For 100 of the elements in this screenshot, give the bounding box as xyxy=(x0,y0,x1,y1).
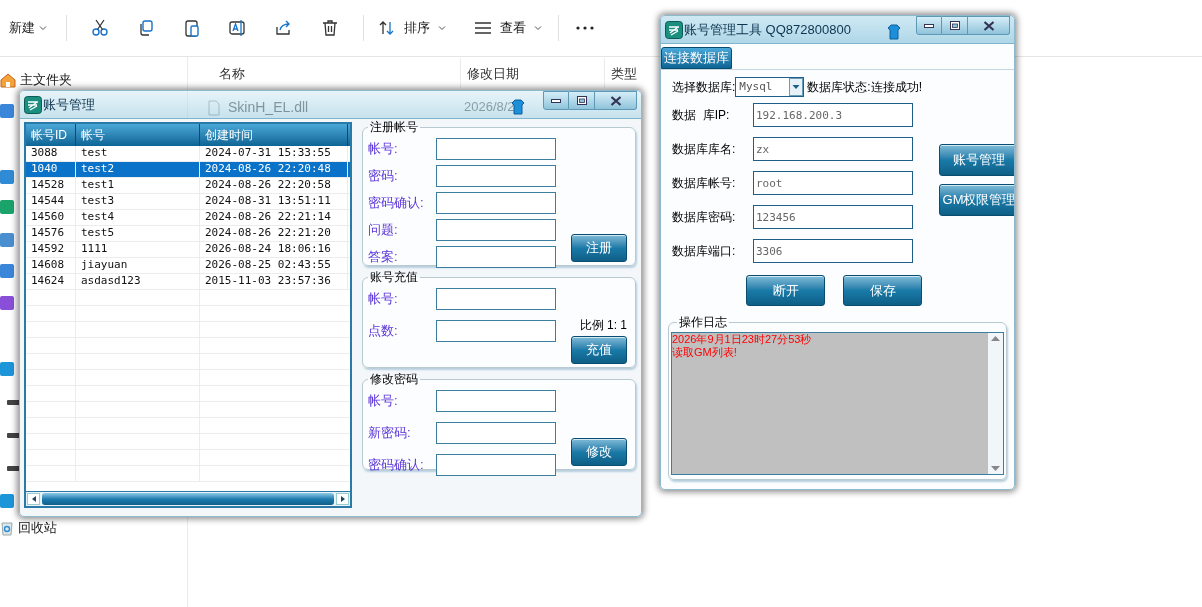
table-cell: 2024-08-26 22:20:48 xyxy=(200,162,348,177)
input-field[interactable]: root xyxy=(753,171,913,195)
sidebar-item[interactable]: 回收站 xyxy=(18,518,57,538)
table-cell: test3 xyxy=(76,194,200,209)
sidebar-item[interactable]: 主文件夹 xyxy=(20,70,72,90)
home-icon xyxy=(0,71,16,88)
column-header[interactable]: 创建时间 xyxy=(200,124,348,146)
input-field[interactable] xyxy=(436,320,556,342)
scroll-down-icon[interactable] xyxy=(991,466,1000,471)
input-field[interactable] xyxy=(436,454,556,476)
column-header[interactable]: 名称 xyxy=(219,64,245,84)
input-field[interactable] xyxy=(436,390,556,412)
view-button[interactable]: 查看 xyxy=(470,10,546,46)
horizontal-scrollbar[interactable] xyxy=(26,491,350,506)
table-row[interactable]: 1040 test2 2024-08-26 22:20:48 xyxy=(26,162,350,178)
maximize-button[interactable] xyxy=(569,91,595,110)
minimize-button[interactable] xyxy=(916,16,942,35)
table-cell: test2 xyxy=(76,162,200,177)
table-row[interactable]: 14544 test3 2024-08-31 13:51:11 xyxy=(26,194,350,210)
paste-icon xyxy=(182,18,202,38)
field-label: 帐号: xyxy=(368,140,399,159)
column-header[interactable]: 修改日期 xyxy=(467,64,519,84)
table-row[interactable]: 14624 asdasd123 2015-11-03 23:57:36 xyxy=(26,274,350,290)
table-cell: 14528 xyxy=(26,178,76,193)
field-label: 密码: xyxy=(368,167,399,186)
input-field[interactable]: 3306 xyxy=(753,239,913,263)
column-header[interactable]: 帐号ID xyxy=(26,124,76,146)
scroll-left-icon[interactable] xyxy=(31,496,36,502)
column-header[interactable]: 类型 xyxy=(611,64,637,84)
close-button[interactable] xyxy=(968,16,1010,35)
cut-icon xyxy=(90,18,110,38)
input-field[interactable] xyxy=(436,288,556,310)
field-label: 新密码: xyxy=(368,424,412,443)
table-row[interactable]: 14528 test1 2024-08-26 22:20:58 xyxy=(26,178,350,194)
group-title: 账号充值 xyxy=(369,269,419,286)
input-field[interactable] xyxy=(436,138,556,160)
new-button[interactable]: 新建 xyxy=(6,10,50,46)
scroll-right-icon[interactable] xyxy=(340,496,345,502)
app-logo-icon xyxy=(665,20,683,39)
table-row[interactable]: 14560 test4 2024-08-26 22:21:14 xyxy=(26,210,350,226)
maximize-icon xyxy=(949,21,960,30)
action-button[interactable]: 账号管理 xyxy=(939,144,1014,176)
input-field[interactable] xyxy=(436,219,556,241)
database-dropdown[interactable]: Mysql xyxy=(735,77,805,97)
field-label: 问题: xyxy=(368,221,399,240)
window-title: 账号管理 xyxy=(43,95,95,114)
field-label: 点数: xyxy=(368,322,399,341)
table-row[interactable]: 14592 1111 2026-08-24 18:06:16 xyxy=(26,242,350,258)
table-cell: 2015-11-03 23:57:36 xyxy=(200,274,348,289)
input-field[interactable]: 123456 xyxy=(753,205,913,229)
table-cell: test4 xyxy=(76,210,200,225)
file-icon xyxy=(208,99,220,116)
field-label: 数据库库名: xyxy=(672,141,737,158)
field-label: 数据 库IP: xyxy=(672,107,731,124)
action-button[interactable]: 注册 xyxy=(571,234,627,262)
table-cell: 2026-08-25 02:43:55 xyxy=(200,258,348,273)
input-field[interactable] xyxy=(436,422,556,444)
action-button[interactable]: 保存 xyxy=(843,275,922,306)
maximize-icon xyxy=(576,96,587,105)
minimize-icon xyxy=(924,23,934,28)
trash-icon xyxy=(320,18,340,38)
more-icon xyxy=(576,26,594,30)
table-cell: 2026-08-24 18:06:16 xyxy=(200,242,348,257)
action-button[interactable]: 充值 xyxy=(571,336,627,364)
table-cell: 2024-08-26 22:20:58 xyxy=(200,178,348,193)
field-label: 帐号: xyxy=(368,290,399,309)
table-cell: 2024-07-31 15:33:55 xyxy=(200,146,348,161)
input-field[interactable]: 192.168.200.3 xyxy=(753,103,913,127)
scroll-up-icon[interactable] xyxy=(991,336,1000,341)
tab[interactable]: 连接数据库 xyxy=(661,47,732,69)
input-field[interactable] xyxy=(436,165,556,187)
table-cell: 2024-08-31 13:51:11 xyxy=(200,194,348,209)
recycle-bin-icon xyxy=(0,519,14,536)
table-row[interactable]: 14576 test5 2024-08-26 22:21:20 xyxy=(26,226,350,242)
ratio-text: 比例 1: 1 xyxy=(579,317,627,334)
input-field[interactable]: zx xyxy=(753,137,913,161)
table-cell: asdasd123 xyxy=(76,274,200,289)
sort-button[interactable]: 排序 xyxy=(374,10,450,46)
group-title: 注册帐号 xyxy=(369,119,419,136)
app-logo-icon xyxy=(24,95,42,114)
table-cell: 14592 xyxy=(26,242,76,257)
minimize-button[interactable] xyxy=(543,91,569,110)
table-cell: 14608 xyxy=(26,258,76,273)
action-button[interactable]: 断开 xyxy=(746,275,825,306)
field-label: 选择数据库: xyxy=(672,79,736,96)
input-field[interactable] xyxy=(436,192,556,214)
sort-icon xyxy=(378,19,396,37)
close-icon xyxy=(982,20,995,31)
table-row[interactable]: 14608 jiayuan 2026-08-25 02:43:55 xyxy=(26,258,350,274)
input-field[interactable] xyxy=(436,246,556,268)
vertical-scrollbar[interactable] xyxy=(988,333,1003,474)
window-title: 账号管理工具 QQ872800800 xyxy=(684,20,851,39)
action-button[interactable]: 修改 xyxy=(571,438,627,466)
field-label: 帐号: xyxy=(368,392,399,411)
column-header[interactable]: 帐号 xyxy=(76,124,200,146)
maximize-button[interactable] xyxy=(942,16,968,35)
table-cell: test5 xyxy=(76,226,200,241)
chevron-down-icon xyxy=(534,24,542,32)
table-cell: jiayuan xyxy=(76,258,200,273)
close-button[interactable] xyxy=(595,91,637,110)
